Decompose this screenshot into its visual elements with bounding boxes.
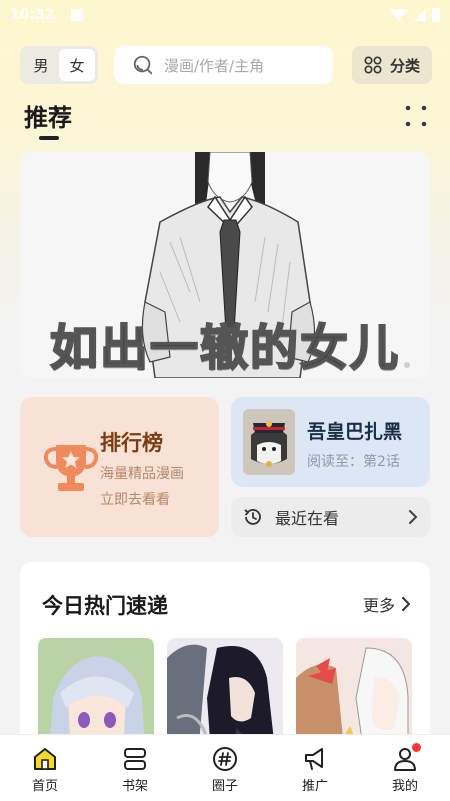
gender-male-option[interactable]: 男 (23, 49, 59, 81)
hashtag-icon (213, 747, 237, 771)
continue-reading-title: 吾皇巴扎黑 (307, 421, 403, 443)
search-placeholder: 漫画/作者/主角 (164, 56, 265, 75)
more-label: 更多 (362, 596, 395, 615)
nav-community[interactable]: 圈子 (180, 735, 270, 801)
chevron-right-icon (409, 510, 418, 524)
nav-label: 首页 (31, 779, 58, 794)
nav-profile[interactable]: 我的 (360, 735, 450, 801)
status-icons (390, 8, 440, 22)
nav-label: 圈子 (211, 779, 238, 794)
chevron-right-icon (402, 597, 410, 611)
notification-badge (412, 743, 421, 752)
megaphone-icon (305, 748, 323, 770)
search-icon (133, 55, 153, 75)
comic-cover (243, 409, 295, 475)
recommend-title: 推荐 (24, 104, 72, 132)
continue-reading-progress: 阅读至：第2话 (307, 454, 400, 470)
banner-indicator (404, 362, 410, 368)
recent-reading-label: 最近在看 (275, 509, 340, 528)
recommend-banner[interactable]: 如出一辙的女儿 (20, 152, 430, 378)
signal-icon (414, 9, 426, 21)
category-label: 分类 (389, 56, 420, 75)
trophy-icon (43, 445, 99, 491)
history-icon (244, 509, 261, 525)
nav-label: 我的 (391, 779, 418, 794)
gender-toggle[interactable]: 男 女 (20, 46, 98, 84)
nav-home[interactable]: 首页 (0, 735, 90, 801)
ranking-cta: 立即去看看 (100, 492, 170, 508)
status-time: 10:32 (10, 7, 55, 23)
grid-icon (364, 56, 382, 74)
battery-icon (432, 8, 440, 22)
wifi-icon (390, 8, 408, 22)
bookshelf-icon (124, 748, 146, 770)
hot-more-link[interactable]: 更多 (363, 592, 410, 616)
home-icon (34, 748, 56, 770)
sim-icon (70, 9, 83, 21)
ranking-subtitle: 海量精品漫画 (100, 466, 184, 482)
ranking-title: 排行榜 (100, 431, 163, 455)
search-input[interactable]: 漫画/作者/主角 (114, 46, 333, 84)
more-dots-icon[interactable] (405, 105, 427, 127)
ranking-card[interactable]: 排行榜 海量精品漫画 立即去看看 (20, 397, 219, 537)
bottom-navigation: 首页 书架 圈子 推广 我的 (0, 734, 450, 801)
recommend-underline (39, 136, 59, 140)
hot-section-title: 今日热门速递 (42, 594, 168, 618)
nav-promotion[interactable]: 推广 (270, 735, 360, 801)
nav-label: 推广 (301, 779, 328, 794)
recent-reading-button[interactable]: 最近在看 (231, 497, 430, 537)
nav-bookshelf[interactable]: 书架 (90, 735, 180, 801)
gender-female-option[interactable]: 女 (59, 49, 95, 81)
hot-section: 今日热门速递 更多 (20, 562, 430, 762)
status-bar: 10:32 (0, 0, 450, 30)
category-button[interactable]: 分类 (352, 46, 432, 84)
banner-title: 如出一辙的女儿 (49, 319, 401, 377)
nav-label: 书架 (121, 779, 148, 794)
continue-reading-card[interactable]: 吾皇巴扎黑 阅读至：第2话 (231, 397, 430, 487)
